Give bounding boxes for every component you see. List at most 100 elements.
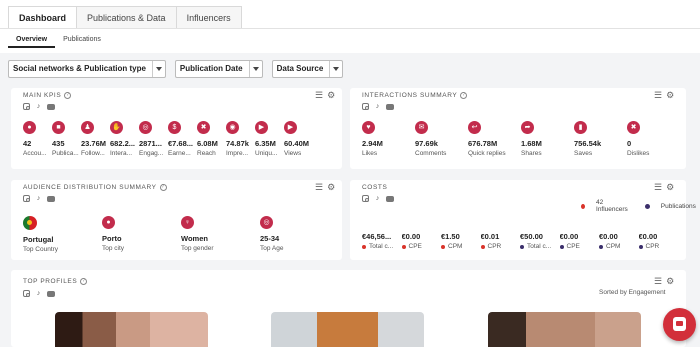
data-source-filter[interactable]: Data Source	[271, 60, 344, 78]
kpi-value: 74.87k	[226, 139, 249, 148]
sorted-by-label[interactable]: Sorted by Engagement	[599, 289, 666, 296]
kpi-label: Impre...	[226, 150, 249, 157]
main-kpis-card: MAIN KPIS? ☰ ⚙ ♪ ● 42 Accou... ■ 435 Publica..…	[11, 88, 342, 169]
kpi-label: Engag...	[139, 150, 164, 157]
gear-icon[interactable]: ⚙	[327, 91, 335, 100]
kpi-item: ● Porto Top city	[102, 216, 181, 253]
social-network-icons: ♪	[23, 195, 60, 202]
gear-icon[interactable]: ⚙	[327, 183, 335, 192]
kpi-label: Likes	[362, 150, 378, 157]
help-icon[interactable]: ?	[159, 184, 167, 191]
cost-label: Total c...	[362, 243, 402, 250]
kpi-value: 2871...	[139, 139, 162, 148]
kpi-item: ▮ 756.54k Saves	[574, 121, 627, 157]
settings-sliders-icon[interactable]: ☰	[315, 91, 323, 100]
kpi-label: Top gender	[181, 245, 214, 252]
card-title: INTERACTIONS SUMMARY?	[362, 92, 468, 99]
cost-item: €0.00 CPE	[401, 227, 442, 250]
subtab-publications[interactable]: Publications	[55, 34, 109, 48]
status-dot	[559, 244, 564, 249]
help-icon[interactable]: ?	[460, 92, 468, 99]
cost-item: €0.00 CPE	[559, 227, 600, 250]
tiktok-icon: ♪	[36, 290, 41, 297]
kpi-value: 6.35M	[255, 139, 276, 148]
top-profiles-card: TOP PROFILES? ☰ ⚙ ♪	[11, 270, 686, 347]
cost-label-text: CPM	[448, 243, 463, 250]
kpi-item: ◉ 74.87k Impre...	[226, 121, 255, 157]
kpi-item: ✖ 0 Dislikes	[627, 121, 680, 157]
settings-sliders-icon[interactable]: ☰	[654, 277, 662, 286]
kpi-label: Top Age	[260, 245, 284, 252]
chevron-down-icon	[248, 61, 262, 77]
kpi-value: Porto	[102, 234, 122, 243]
cost-label: CPE	[401, 243, 442, 250]
gear-icon[interactable]: ⚙	[666, 183, 674, 192]
kpi-label: Top city	[102, 245, 125, 252]
profile-photo[interactable]	[488, 312, 641, 347]
filter-label: Social networks & Publication type	[13, 64, 146, 73]
kpi-value: 60.40M	[284, 139, 310, 148]
publication-date-filter[interactable]: Publication Date	[174, 60, 263, 78]
tiktok-icon: ♪	[36, 103, 41, 110]
kpi-value: €7.68...	[168, 139, 194, 148]
audience-list: Portugal Top Country ● Porto Top city ♀ Women T…	[23, 216, 339, 253]
instagram-icon	[362, 195, 369, 202]
costs-list: €46,56... Total c... €0.00 CPE €1.50 CPM €0.01…	[362, 227, 678, 250]
comment-icon: ✉	[415, 121, 428, 134]
chevron-down-icon	[329, 61, 342, 77]
publication-icon: ■	[52, 121, 65, 134]
social-networks-filter[interactable]: Social networks & Publication type	[8, 60, 166, 78]
portugal-flag-icon	[23, 216, 37, 230]
help-icon[interactable]: ?	[64, 92, 72, 99]
cost-item: €46,56... Total c...	[362, 227, 402, 250]
tab-dashboard[interactable]: Dashboard	[8, 6, 78, 28]
kpi-value: Portugal	[23, 235, 54, 244]
legend-label: Publications	[660, 202, 696, 210]
cost-value: €50.00	[520, 232, 543, 241]
kpi-label: Dislikes	[627, 150, 650, 157]
reach-icon: ✖	[197, 121, 210, 134]
cost-label: Total c...	[520, 243, 560, 250]
gear-icon[interactable]: ⚙	[666, 91, 674, 100]
profile-photo[interactable]	[55, 312, 208, 347]
kpi-item: ▶ 6.35M Uniqu...	[255, 121, 284, 157]
kpi-value: Women	[181, 234, 208, 243]
followers-icon: ♟	[81, 121, 94, 134]
card-title: MAIN KPIS?	[23, 92, 72, 99]
main-kpi-list: ● 42 Accou... ■ 435 Publica... ♟ 23.76M Follow..…	[23, 121, 313, 157]
tab-publications-data[interactable]: Publications & Data	[76, 6, 177, 28]
cost-label-text: CPE	[566, 243, 580, 250]
status-dot	[362, 244, 366, 249]
cost-value: €0.00	[599, 232, 618, 241]
card-tools: ☰ ⚙	[650, 183, 674, 192]
profile-photo[interactable]	[271, 312, 424, 347]
subtab-overview[interactable]: Overview	[8, 34, 56, 48]
kpi-label: Views	[284, 150, 302, 157]
kpi-value: 756.54k	[574, 139, 602, 148]
help-icon[interactable]: ?	[80, 278, 88, 285]
dollar-icon: $	[168, 121, 181, 134]
kpi-label: Quick replies	[468, 150, 506, 157]
settings-sliders-icon[interactable]: ☰	[315, 183, 323, 192]
tab-influencers[interactable]: Influencers	[175, 6, 242, 28]
audience-distribution-card: AUDIENCE DISTRIBUTION SUMMARY? ☰ ⚙ ♪ Port…	[11, 180, 342, 260]
kpi-value: 6.08M	[197, 139, 218, 148]
kpi-label: Follow...	[81, 150, 105, 157]
cost-value: €0.01	[480, 232, 500, 241]
kpi-item: $ €7.68... Earne...	[168, 121, 197, 157]
cost-label: CPM	[441, 243, 481, 250]
kpi-value: 676.78M	[468, 139, 498, 148]
card-title: COSTS	[362, 184, 387, 191]
chat-support-button[interactable]	[663, 308, 696, 341]
cost-label-text: CPM	[606, 243, 621, 250]
card-title-text: TOP PROFILES	[23, 278, 78, 285]
kpi-label: Top Country	[23, 246, 59, 253]
settings-sliders-icon[interactable]: ☰	[654, 91, 662, 100]
target-icon: ◎	[139, 121, 152, 134]
social-network-icons: ♪	[23, 290, 60, 297]
kpi-label: Comments	[415, 150, 447, 157]
settings-sliders-icon[interactable]: ☰	[654, 183, 662, 192]
kpi-label: Shares	[521, 150, 542, 157]
cost-label-text: CPR	[487, 243, 502, 250]
gear-icon[interactable]: ⚙	[666, 277, 674, 286]
